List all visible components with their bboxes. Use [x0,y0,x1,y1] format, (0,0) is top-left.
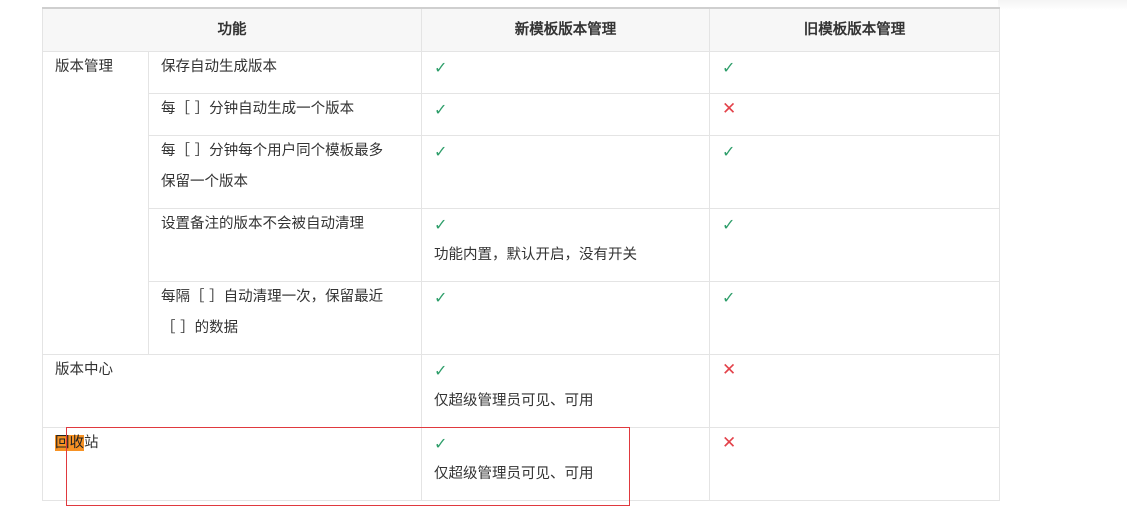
new-cell: ✓ 仅超级管理员可见、可用 [421,427,710,501]
feature-cell: 保存自动生成版本 [148,51,422,94]
new-note: 功能内置，默认开启，没有开关 [434,247,637,263]
check-icon: ✓ [434,434,448,453]
new-cell: ✓ 仅超级管理员可见、可用 [421,354,710,428]
version-comparison-table: 功能 新模板版本管理 旧模板版本管理 版本管理 保存自动生成版本 ✓ ✓ 每［ … [42,7,1000,501]
feature-text: 每隔［ ］自动清理一次，保留最近 [161,289,384,305]
feature-text: 保留一个版本 [161,174,248,190]
table-header-row: 功能 新模板版本管理 旧模板版本管理 [42,7,1000,52]
check-icon: ✓ [434,361,448,380]
new-cell: ✓ [421,51,710,94]
feature-text: 设置备注的版本不会被自动清理 [161,216,364,232]
old-cell: ✓ [709,135,1000,209]
old-cell: ✓ [709,208,1000,282]
feature-recycle-bin: 回收站 [42,427,422,501]
feature-cell: 每［ ］分钟每个用户同个模板最多 保留一个版本 [148,135,422,209]
table-row: 每［ ］分钟每个用户同个模板最多 保留一个版本 ✓ ✓ [43,135,1000,209]
table-row: 设置备注的版本不会被自动清理 ✓ 功能内置，默认开启，没有开关 ✓ [43,208,1000,282]
feature-text: 每［ ］分钟每个用户同个模板最多 [161,143,384,159]
new-cell: ✓ [421,93,710,136]
new-cell: ✓ 功能内置，默认开启，没有开关 [421,208,710,282]
table-row: 版本中心 ✓ 仅超级管理员可见、可用 ✕ [42,354,1000,428]
feature-text: ［ ］的数据 [161,320,239,336]
check-icon: ✓ [722,288,736,307]
table-row: 每隔［ ］自动清理一次，保留最近 ［ ］的数据 ✓ ✓ [43,281,1000,355]
new-note: 仅超级管理员可见、可用 [434,393,594,409]
feature-version-center: 版本中心 [42,354,422,428]
feature-text: 保存自动生成版本 [161,59,277,75]
new-cell: ✓ [421,281,710,355]
top-right-shadow [998,0,1127,10]
check-icon: ✓ [434,142,448,161]
old-cell: ✓ [709,281,1000,355]
check-icon: ✓ [434,215,448,234]
header-feature: 功能 [42,7,422,52]
table-row: 每［ ］分钟自动生成一个版本 ✓ ✕ [43,93,1000,136]
table-row: 版本管理 保存自动生成版本 ✓ ✓ [42,51,1000,355]
cross-icon: ✕ [722,360,737,380]
check-icon: ✓ [722,58,736,77]
cross-icon: ✕ [722,99,737,119]
search-highlight: 回收 [55,435,84,451]
feature-cell: 每隔［ ］自动清理一次，保留最近 ［ ］的数据 [148,281,422,355]
old-cell: ✕ [709,427,1000,501]
header-old-version: 旧模板版本管理 [709,7,1000,52]
check-icon: ✓ [722,142,736,161]
feature-text-rest: 站 [84,435,99,451]
check-icon: ✓ [434,288,448,307]
old-cell: ✓ [709,51,1000,94]
table-row: 回收站 ✓ 仅超级管理员可见、可用 ✕ [42,427,1000,501]
check-icon: ✓ [434,58,448,77]
check-icon: ✓ [434,100,448,119]
feature-cell: 设置备注的版本不会被自动清理 [148,208,422,282]
header-new-version: 新模板版本管理 [421,7,710,52]
feature-text: 每［ ］分钟自动生成一个版本 [161,101,355,117]
old-cell: ✕ [709,93,1000,136]
group-version-management: 版本管理 [42,51,149,355]
new-cell: ✓ [421,135,710,209]
old-cell: ✕ [709,354,1000,428]
cross-icon: ✕ [722,433,737,453]
check-icon: ✓ [722,215,736,234]
new-note: 仅超级管理员可见、可用 [434,466,594,482]
feature-cell: 每［ ］分钟自动生成一个版本 [148,93,422,136]
